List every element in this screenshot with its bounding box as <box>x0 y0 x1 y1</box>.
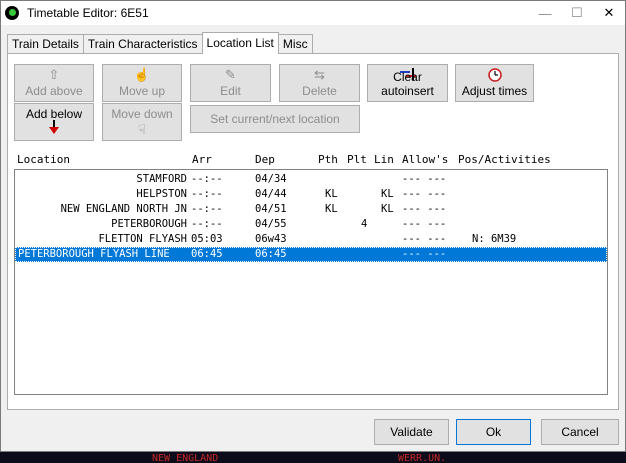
cell-lin: KL <box>381 203 394 215</box>
cell-pth: KL <box>325 188 338 200</box>
location-row[interactable]: STAMFORD --:-- 04/34 --- --- <box>15 172 607 187</box>
edit-label: Edit <box>220 84 241 98</box>
move-up-label: Move up <box>118 84 166 98</box>
clear-autoinsert-label: Clear autoinsert <box>381 70 434 98</box>
move-down-button[interactable]: Move down ☟ <box>102 103 182 141</box>
cell-location: FLETTON FLYASH <box>98 233 187 245</box>
set-current-next-button[interactable]: Set current/next location <box>190 105 360 133</box>
location-listbox[interactable]: STAMFORD --:-- 04/34 --- --- HELPSTON --… <box>14 169 608 395</box>
window-controls: — ☐ ✕ <box>529 1 625 25</box>
add-below-button[interactable]: Add below <box>14 103 94 141</box>
location-row[interactable]: NEW ENGLAND NORTH JN --:-- 04/51 KL KL -… <box>15 202 607 217</box>
cell-arr: 05:03 <box>191 233 223 245</box>
header-allows: Allow's <box>402 153 449 166</box>
hand-up-icon: ☝ <box>133 67 151 82</box>
tab-label: Location List <box>206 36 274 50</box>
cell-dep: 06:45 <box>255 248 287 260</box>
maximize-button[interactable]: ☐ <box>561 1 593 25</box>
tab-label: Train Characteristics <box>87 37 198 51</box>
cancel-label: Cancel <box>561 425 599 439</box>
tab-misc[interactable]: Misc <box>277 34 313 53</box>
location-row-selected[interactable]: PETERBOROUGH FLYASH LINE 06:45 06:45 ---… <box>15 247 607 262</box>
background-label: NEW ENGLAND <box>152 453 219 463</box>
cell-arr: --:-- <box>191 218 223 230</box>
background-label: WERR.UN. <box>398 453 447 463</box>
location-row[interactable]: FLETTON FLYASH 05:03 06w43 --- --- N: 6M… <box>15 232 607 247</box>
location-row[interactable]: HELPSTON --:-- 04/44 KL KL --- --- <box>15 187 607 202</box>
delete-label: Delete <box>302 84 337 98</box>
adjust-times-button[interactable]: Adjust times <box>455 64 534 102</box>
hand-down-icon: ☟ <box>138 122 146 137</box>
validate-button[interactable]: Validate <box>374 419 449 445</box>
column-headers: Location Arr Dep Pth Plt Lin Allow's Pos… <box>17 153 617 167</box>
tab-train-details[interactable]: Train Details <box>7 34 84 53</box>
cell-arr: --:-- <box>191 188 223 200</box>
header-dep: Dep <box>255 153 275 166</box>
cell-arr: 06:45 <box>191 248 223 260</box>
cell-allows: --- --- <box>402 173 447 185</box>
cell-allows: --- --- <box>402 203 447 215</box>
cell-plt: 4 <box>361 218 368 230</box>
cell-allows: --- --- <box>402 218 447 230</box>
cell-dep: 04/51 <box>255 203 287 215</box>
cell-pos-activities: N: 6M39 <box>472 233 517 245</box>
set-current-next-label: Set current/next location <box>210 112 340 126</box>
cell-pth: KL <box>325 203 338 215</box>
cell-dep: 06w43 <box>255 233 287 245</box>
validate-label: Validate <box>390 425 433 439</box>
cell-location: HELPSTON <box>136 188 187 200</box>
cell-allows: --- --- <box>402 233 447 245</box>
window-title: Timetable Editor: 6E51 <box>27 6 149 20</box>
cell-lin: KL <box>381 188 394 200</box>
cell-allows: --- --- <box>402 248 447 260</box>
ok-label: Ok <box>485 425 502 439</box>
cell-location: NEW ENGLAND NORTH JN <box>60 203 187 215</box>
app-icon <box>5 6 19 20</box>
minimize-button[interactable]: — <box>529 1 561 25</box>
add-below-label: Add below <box>25 107 83 121</box>
cell-dep: 04/44 <box>255 188 287 200</box>
cell-dep: 04/55 <box>255 218 287 230</box>
header-lin: Lin <box>374 153 394 166</box>
header-location: Location <box>17 153 70 166</box>
delete-button[interactable]: ⇆ Delete <box>279 64 360 102</box>
tab-location-list[interactable]: Location List <box>201 32 279 54</box>
tab-label: Misc <box>282 37 308 51</box>
header-plt: Plt <box>347 153 367 166</box>
move-down-label: Move down <box>111 107 173 121</box>
arrow-down-red-icon <box>15 120 93 137</box>
timetable-editor-window: Timetable Editor: 6E51 — ☐ ✕ Train Detai… <box>0 0 626 452</box>
clock-icon <box>456 68 533 85</box>
header-pth: Pth <box>318 153 338 166</box>
edit-button[interactable]: ✎ Edit <box>190 64 271 102</box>
header-arr: Arr <box>192 153 212 166</box>
cell-arr: --:-- <box>191 203 223 215</box>
tab-label: Train Details <box>12 37 79 51</box>
cell-location: STAMFORD <box>136 173 187 185</box>
cell-location: PETERBOROUGH <box>111 218 187 230</box>
cell-allows: --- --- <box>402 188 447 200</box>
cell-arr: --:-- <box>191 173 223 185</box>
add-above-label: Add above <box>25 84 83 98</box>
edit-document-icon: ✎ <box>225 67 236 82</box>
cell-dep: 04/34 <box>255 173 287 185</box>
move-up-button[interactable]: ☝ Move up <box>102 64 182 102</box>
tab-strip: Train Details Train Characteristics Loca… <box>7 32 313 54</box>
arrow-up-icon: ⇧ <box>48 67 60 82</box>
clear-autoinsert-button[interactable]: Clear autoinsert <box>367 64 448 102</box>
header-pos-activities: Pos/Activities <box>458 153 551 166</box>
title-bar[interactable]: Timetable Editor: 6E51 — ☐ ✕ <box>1 1 625 25</box>
tab-train-characteristics[interactable]: Train Characteristics <box>82 34 203 53</box>
location-row[interactable]: PETERBOROUGH --:-- 04/55 4 --- --- <box>15 217 607 232</box>
cell-location: PETERBOROUGH FLYASH LINE <box>18 248 170 260</box>
cancel-button[interactable]: Cancel <box>541 419 619 445</box>
close-button[interactable]: ✕ <box>593 1 625 25</box>
add-above-button[interactable]: ⇧ Add above <box>14 64 94 102</box>
delete-icon: ⇆ <box>314 67 325 82</box>
adjust-times-label: Adjust times <box>461 84 528 98</box>
ok-button[interactable]: Ok <box>456 419 531 445</box>
